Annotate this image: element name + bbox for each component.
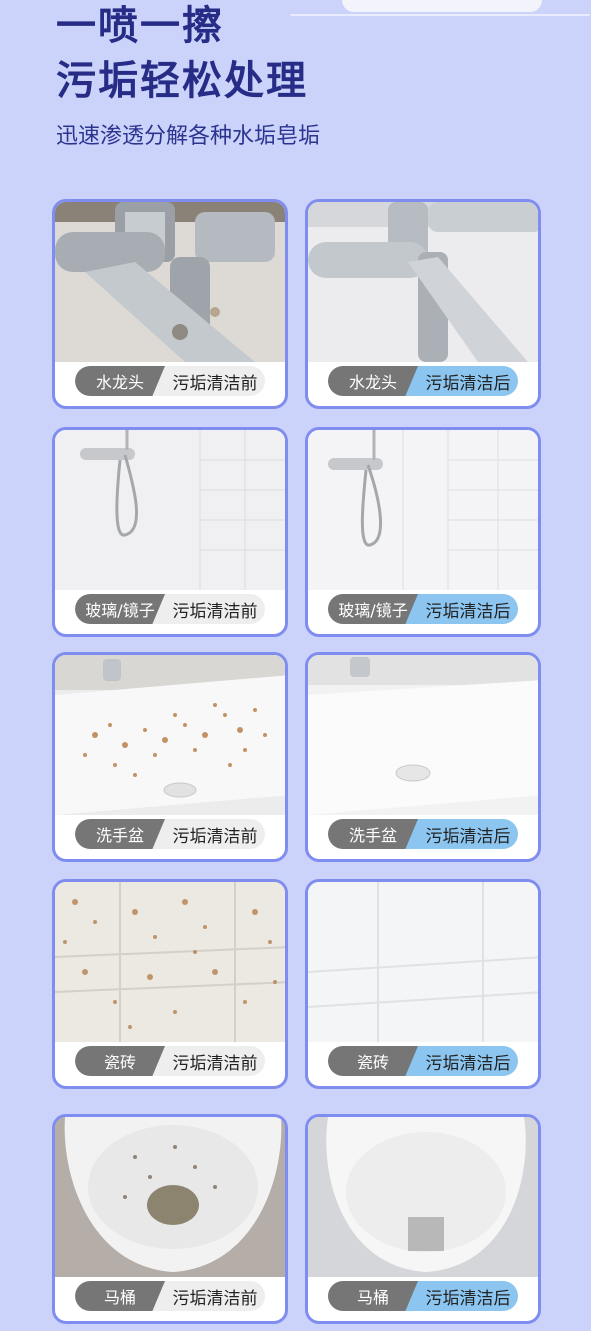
category-label: 水龙头	[328, 366, 418, 396]
category-label: 瓷砖	[328, 1046, 418, 1076]
basin-before-tag: 洗手盆 污垢清洁前	[75, 819, 265, 849]
glass-after-tag: 玻璃/镜子 污垢清洁后	[328, 594, 518, 624]
basin-after-tag: 洗手盆 污垢清洁后	[328, 819, 518, 849]
category-label: 马桶	[328, 1281, 418, 1311]
status-label: 污垢清洁前	[172, 1053, 258, 1074]
headline-line1: 一喷一擦	[56, 3, 224, 49]
toilet-after-photo	[308, 1117, 538, 1277]
toilet-after-tag: 马桶 污垢清洁后	[328, 1281, 518, 1311]
category-label: 洗手盆	[328, 819, 418, 849]
faucet-after-tag: 水龙头 污垢清洁后	[328, 366, 518, 396]
category-label: 玻璃/镜子	[75, 594, 165, 624]
tile-before-tag: 瓷砖 污垢清洁前	[75, 1046, 265, 1076]
card-toilet-before: 马桶 污垢清洁前	[52, 1114, 288, 1324]
faucet-after-photo	[308, 202, 538, 362]
faucet-before-photo	[55, 202, 285, 362]
card-tile-after: 瓷砖 污垢清洁后	[305, 879, 541, 1089]
card-glass-before: 玻璃/镜子 污垢清洁前	[52, 427, 288, 637]
status-label: 污垢清洁前	[172, 1288, 258, 1309]
glass-before-photo	[55, 430, 285, 590]
basin-before-photo	[55, 655, 285, 815]
product-bottle-edge	[290, 0, 590, 18]
category-label: 瓷砖	[75, 1046, 165, 1076]
category-label: 水龙头	[75, 366, 165, 396]
card-glass-after: 玻璃/镜子 污垢清洁后	[305, 427, 541, 637]
status-label: 污垢清洁后	[425, 826, 511, 847]
status-label: 污垢清洁后	[425, 1288, 511, 1309]
card-faucet-before: 水龙头 污垢清洁前	[52, 199, 288, 409]
card-tile-before: 瓷砖 污垢清洁前	[52, 879, 288, 1089]
card-basin-after: 洗手盆 污垢清洁后	[305, 652, 541, 862]
glass-after-photo	[308, 430, 538, 590]
category-label: 马桶	[75, 1281, 165, 1311]
toilet-before-tag: 马桶 污垢清洁前	[75, 1281, 265, 1311]
tile-after-photo	[308, 882, 538, 1042]
category-label: 洗手盆	[75, 819, 165, 849]
toilet-before-photo	[55, 1117, 285, 1277]
faucet-before-tag: 水龙头 污垢清洁前	[75, 366, 265, 396]
basin-after-photo	[308, 655, 538, 815]
card-toilet-after: 马桶 污垢清洁后	[305, 1114, 541, 1324]
tile-after-tag: 瓷砖 污垢清洁后	[328, 1046, 518, 1076]
category-label: 玻璃/镜子	[328, 594, 418, 624]
status-label: 污垢清洁后	[425, 373, 511, 394]
status-label: 污垢清洁前	[172, 826, 258, 847]
status-label: 污垢清洁前	[172, 601, 258, 622]
status-label: 污垢清洁后	[425, 1053, 511, 1074]
card-faucet-after: 水龙头 污垢清洁后	[305, 199, 541, 409]
card-basin-before: 洗手盆 污垢清洁前	[52, 652, 288, 862]
tile-before-photo	[55, 882, 285, 1042]
glass-before-tag: 玻璃/镜子 污垢清洁前	[75, 594, 265, 624]
headline-line2: 污垢轻松处理	[56, 58, 308, 104]
status-label: 污垢清洁前	[172, 373, 258, 394]
subtitle: 迅速渗透分解各种水垢皂垢	[56, 124, 321, 149]
status-label: 污垢清洁后	[425, 601, 511, 622]
